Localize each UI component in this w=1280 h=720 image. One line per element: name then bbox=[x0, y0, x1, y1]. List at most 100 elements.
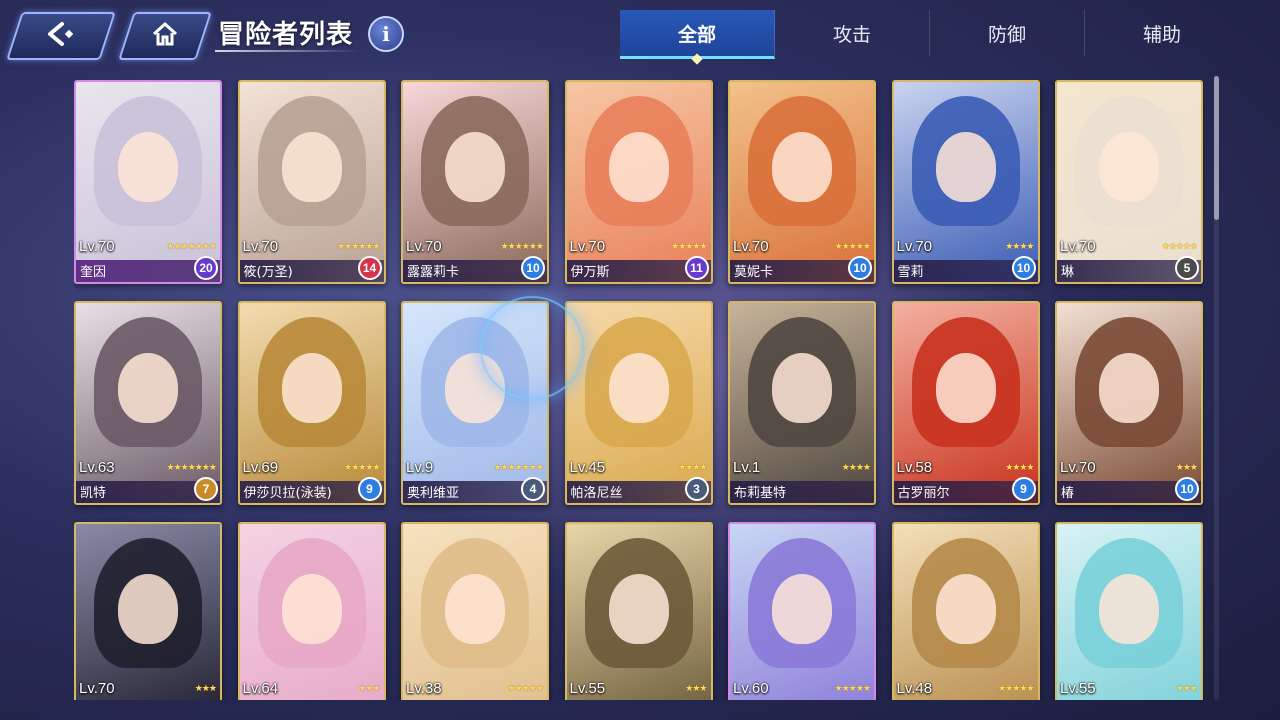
back-arrow-icon bbox=[44, 21, 78, 51]
character-name: 古罗丽尔 bbox=[897, 486, 950, 501]
level-label: Lv.70 bbox=[79, 238, 115, 255]
adventurer-card[interactable]: Lv.38 ★★★★★ bbox=[401, 522, 549, 700]
portrait-face bbox=[772, 132, 832, 202]
scrollbar[interactable] bbox=[1214, 76, 1219, 700]
level-label: Lv.70 bbox=[569, 238, 606, 255]
star-rating: ★★★★★★★ bbox=[166, 463, 217, 473]
adventurer-card[interactable]: Lv.58 ★★★★ 古罗丽尔 9 bbox=[891, 301, 1040, 505]
character-name: 奎因 bbox=[80, 265, 107, 280]
title-underline bbox=[215, 50, 360, 52]
portrait-face bbox=[935, 353, 996, 423]
portrait-face bbox=[935, 574, 996, 644]
rank-badge: 7 bbox=[194, 477, 218, 501]
tab-support[interactable]: 辅助 bbox=[1085, 10, 1239, 56]
star-rating: ★★★★ bbox=[1005, 463, 1034, 473]
portrait-face bbox=[608, 132, 669, 202]
adventurer-card[interactable]: Lv.70 ★★★★★ 莫妮卡 10 bbox=[728, 80, 876, 284]
character-name: 伊万斯 bbox=[570, 265, 610, 280]
portrait-face bbox=[772, 353, 832, 423]
character-portrait bbox=[566, 524, 711, 700]
level-label: Lv.60 bbox=[733, 680, 769, 697]
portrait-face bbox=[935, 132, 996, 202]
adventurer-card[interactable]: Lv.70 ★★★★★ 伊万斯 11 bbox=[564, 80, 713, 284]
tab-attack[interactable]: 攻击 bbox=[775, 10, 930, 56]
star-rating: ★★★★★ bbox=[507, 684, 544, 694]
rank-badge: 11 bbox=[684, 256, 709, 280]
adventurer-card[interactable]: Lv.55 ★★★ bbox=[564, 522, 713, 700]
adventurer-card[interactable]: Lv.70 ★★★★★★★ 奎因 20 bbox=[74, 80, 222, 284]
portrait-face bbox=[1099, 574, 1159, 644]
star-rating: ★★★★★★★ bbox=[493, 463, 544, 473]
adventurer-card[interactable]: Lv.60 ★★★★★ bbox=[728, 522, 876, 700]
portrait-face bbox=[1099, 353, 1159, 423]
portrait-face bbox=[608, 574, 669, 644]
rank-badge: 3 bbox=[684, 477, 709, 501]
portrait-face bbox=[608, 353, 669, 423]
portrait-face bbox=[118, 353, 178, 423]
adventurer-card[interactable]: Lv.70 ★★★ 椿 10 bbox=[1055, 301, 1203, 505]
character-portrait bbox=[76, 524, 220, 700]
star-rating: ★★★★★★ bbox=[500, 242, 544, 252]
level-label: Lv.70 bbox=[733, 238, 769, 255]
adventurer-card[interactable]: Lv.55 ★★★ bbox=[1055, 522, 1203, 700]
level-label: Lv.70 bbox=[1060, 459, 1096, 476]
star-rating: ★★★ bbox=[685, 684, 707, 694]
portrait-face bbox=[118, 132, 178, 202]
character-name: 伊莎贝拉(泳装) bbox=[243, 486, 332, 501]
adventurer-card[interactable]: Lv.1 ★★★★ 布莉基特 bbox=[728, 301, 876, 505]
back-button[interactable] bbox=[6, 12, 116, 60]
scroll-thumb[interactable] bbox=[1214, 76, 1219, 220]
star-rating: ★★★★★★★ bbox=[166, 242, 217, 252]
adventurer-card[interactable]: Lv.48 ★★★★★ bbox=[891, 522, 1040, 700]
info-button[interactable]: i bbox=[368, 16, 404, 52]
portrait-face bbox=[772, 574, 832, 644]
adventurer-card[interactable]: Lv.70 ★★★★★★ 露露莉卡 10 bbox=[401, 80, 549, 284]
star-rating: ★★★★★ bbox=[344, 463, 380, 473]
rank-badge: 10 bbox=[1175, 477, 1199, 501]
star-rating: ★★★★★★ bbox=[337, 242, 380, 252]
portrait-face bbox=[118, 574, 178, 644]
level-label: Lv.55 bbox=[1060, 680, 1096, 697]
adventurer-card[interactable]: Lv.70 ★★★★★ 琳 5 bbox=[1055, 80, 1203, 284]
adventurer-card[interactable]: Lv.70 ★★★★★★ 筱(万圣) 14 bbox=[237, 80, 386, 284]
tab-defense[interactable]: 防御 bbox=[930, 10, 1085, 56]
adventurer-card[interactable]: Lv.63 ★★★★★★★ 凯特 7 bbox=[74, 301, 222, 505]
star-rating: ★★★ bbox=[1175, 684, 1198, 694]
selection-ring bbox=[480, 296, 584, 400]
rank-badge: 20 bbox=[194, 256, 218, 280]
level-label: Lv.63 bbox=[79, 459, 115, 476]
level-label: Lv.69 bbox=[242, 459, 279, 476]
star-rating: ★★★★ bbox=[1005, 242, 1034, 252]
star-rating: ★★★★★ bbox=[671, 242, 707, 252]
rank-badge: 9 bbox=[357, 477, 382, 501]
level-label: Lv.55 bbox=[569, 680, 606, 697]
character-name: 帕洛尼丝 bbox=[570, 486, 623, 501]
adventurer-card[interactable]: Lv.70 ★★★ bbox=[74, 522, 222, 700]
portrait-face bbox=[445, 132, 505, 202]
character-name: 雪莉 bbox=[897, 265, 924, 280]
adventurer-card[interactable]: Lv.45 ★★★★ 帕洛尼丝 3 bbox=[564, 301, 713, 505]
filter-tabs: 全部 攻击 防御 辅助 bbox=[620, 10, 1240, 59]
level-label: Lv.70 bbox=[406, 238, 442, 255]
home-icon bbox=[151, 21, 179, 51]
adventurer-grid: Lv.70 ★★★★★★★ 奎因 20 Lv.70 ★★★★★★ 筱(万圣) 14 Lv.70 ★… bbox=[74, 80, 1204, 700]
info-icon: i bbox=[382, 22, 390, 46]
character-portrait bbox=[403, 524, 547, 700]
rank-badge: 10 bbox=[521, 256, 545, 280]
portrait-face bbox=[1099, 132, 1159, 202]
level-label: Lv.38 bbox=[406, 680, 442, 697]
adventurer-card[interactable]: Lv.64 ★★★ bbox=[237, 522, 386, 700]
star-rating: ★★★ bbox=[194, 684, 217, 694]
adventurer-card[interactable]: Lv.69 ★★★★★ 伊莎贝拉(泳装) 9 bbox=[237, 301, 386, 505]
character-name: 露露莉卡 bbox=[407, 265, 460, 280]
level-label: Lv.70 bbox=[79, 680, 115, 697]
star-rating: ★★★★★ bbox=[1161, 242, 1198, 252]
rank-badge: 9 bbox=[1011, 477, 1036, 501]
tab-all[interactable]: 全部 bbox=[620, 10, 775, 59]
rank-badge: 14 bbox=[357, 256, 382, 280]
adventurer-card[interactable]: Lv.70 ★★★★ 雪莉 10 bbox=[891, 80, 1040, 284]
character-portrait bbox=[1057, 524, 1201, 700]
character-name: 椿 bbox=[1061, 486, 1075, 501]
top-bar: 冒险者列表 i 全部 攻击 防御 辅助 bbox=[0, 0, 1280, 62]
home-button[interactable] bbox=[118, 12, 212, 60]
